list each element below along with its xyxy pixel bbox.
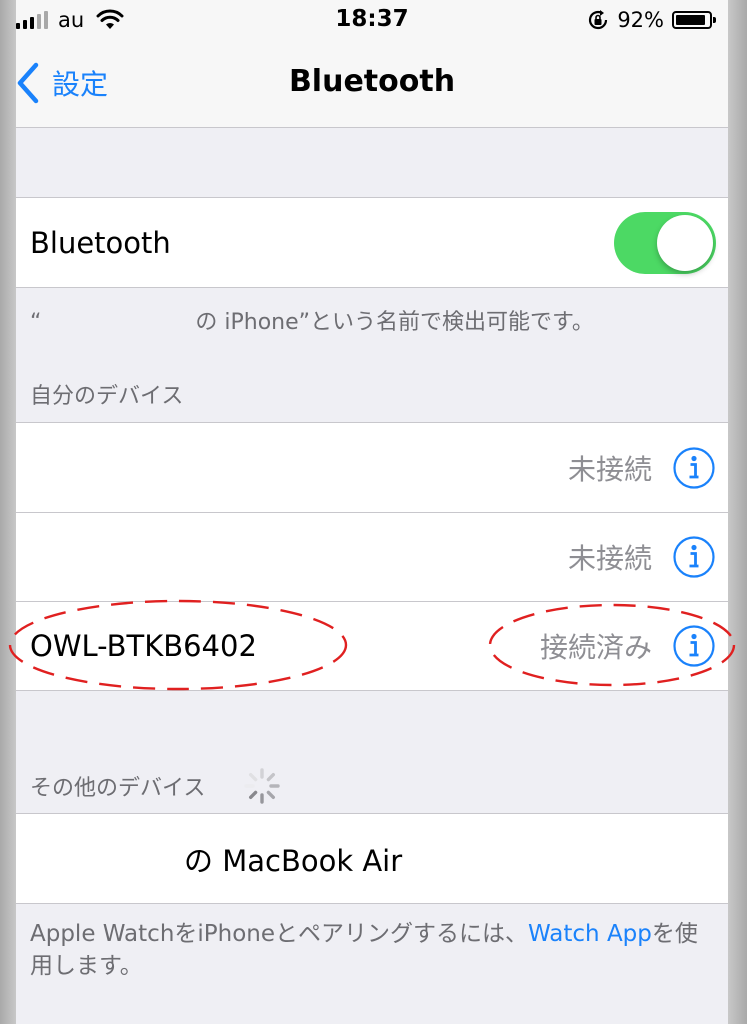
battery-percent: 92% [617, 8, 664, 32]
info-icon[interactable] [672, 535, 716, 579]
footer-text: Apple WatchをiPhoneとペアリングするには、 [30, 921, 529, 947]
spinner-icon [244, 768, 280, 804]
bluetooth-toggle-label: Bluetooth [30, 225, 171, 260]
navigation-bar: 設定 Bluetooth [16, 40, 728, 128]
bluetooth-toggle-switch[interactable] [614, 212, 716, 274]
settings-screen: au 18:37 92% 設定 Bluetooth Bluetooth “ の … [16, 0, 728, 1024]
device-row[interactable]: 未接続 [16, 423, 728, 512]
bluetooth-toggle-cell: Bluetooth [16, 198, 728, 287]
toggle-knob [657, 215, 713, 271]
battery-icon [672, 11, 716, 29]
device-name: の MacBook Air [184, 843, 403, 878]
device-status: 接続済み [539, 630, 652, 664]
other-devices-header: その他のデバイス [30, 776, 206, 801]
info-icon[interactable] [672, 624, 716, 668]
screen-edge-right [728, 0, 747, 1024]
status-right: 92% [587, 8, 716, 32]
device-status: 未接続 [567, 541, 652, 575]
screen-edge-left [0, 0, 16, 1024]
watch-app-link[interactable]: Watch App [528, 921, 652, 947]
device-row[interactable]: 未接続 [16, 512, 728, 601]
device-row[interactable]: の MacBook Air [16, 814, 728, 903]
device-status: 未接続 [567, 452, 652, 486]
rotation-lock-icon [589, 10, 608, 30]
status-bar: au 18:37 92% [16, 0, 728, 40]
info-icon[interactable] [672, 446, 716, 490]
my-devices-header: 自分のデバイス [30, 384, 184, 409]
battery-fill [676, 15, 705, 25]
discoverable-note: “ の iPhone”という名前で検出可能です。 [30, 310, 594, 335]
my-devices-list: 未接続 未接続 OWL-BTKB6402 接続済み [16, 422, 728, 691]
device-row[interactable]: OWL-BTKB6402 接続済み [16, 601, 728, 690]
other-devices-list: の MacBook Air [16, 813, 728, 904]
apple-watch-note: Apple WatchをiPhoneとペアリングするには、Watch Appを使… [30, 918, 720, 982]
device-name: OWL-BTKB6402 [30, 628, 257, 663]
bluetooth-toggle-group: Bluetooth [16, 197, 728, 288]
page-title: Bluetooth [288, 64, 456, 99]
